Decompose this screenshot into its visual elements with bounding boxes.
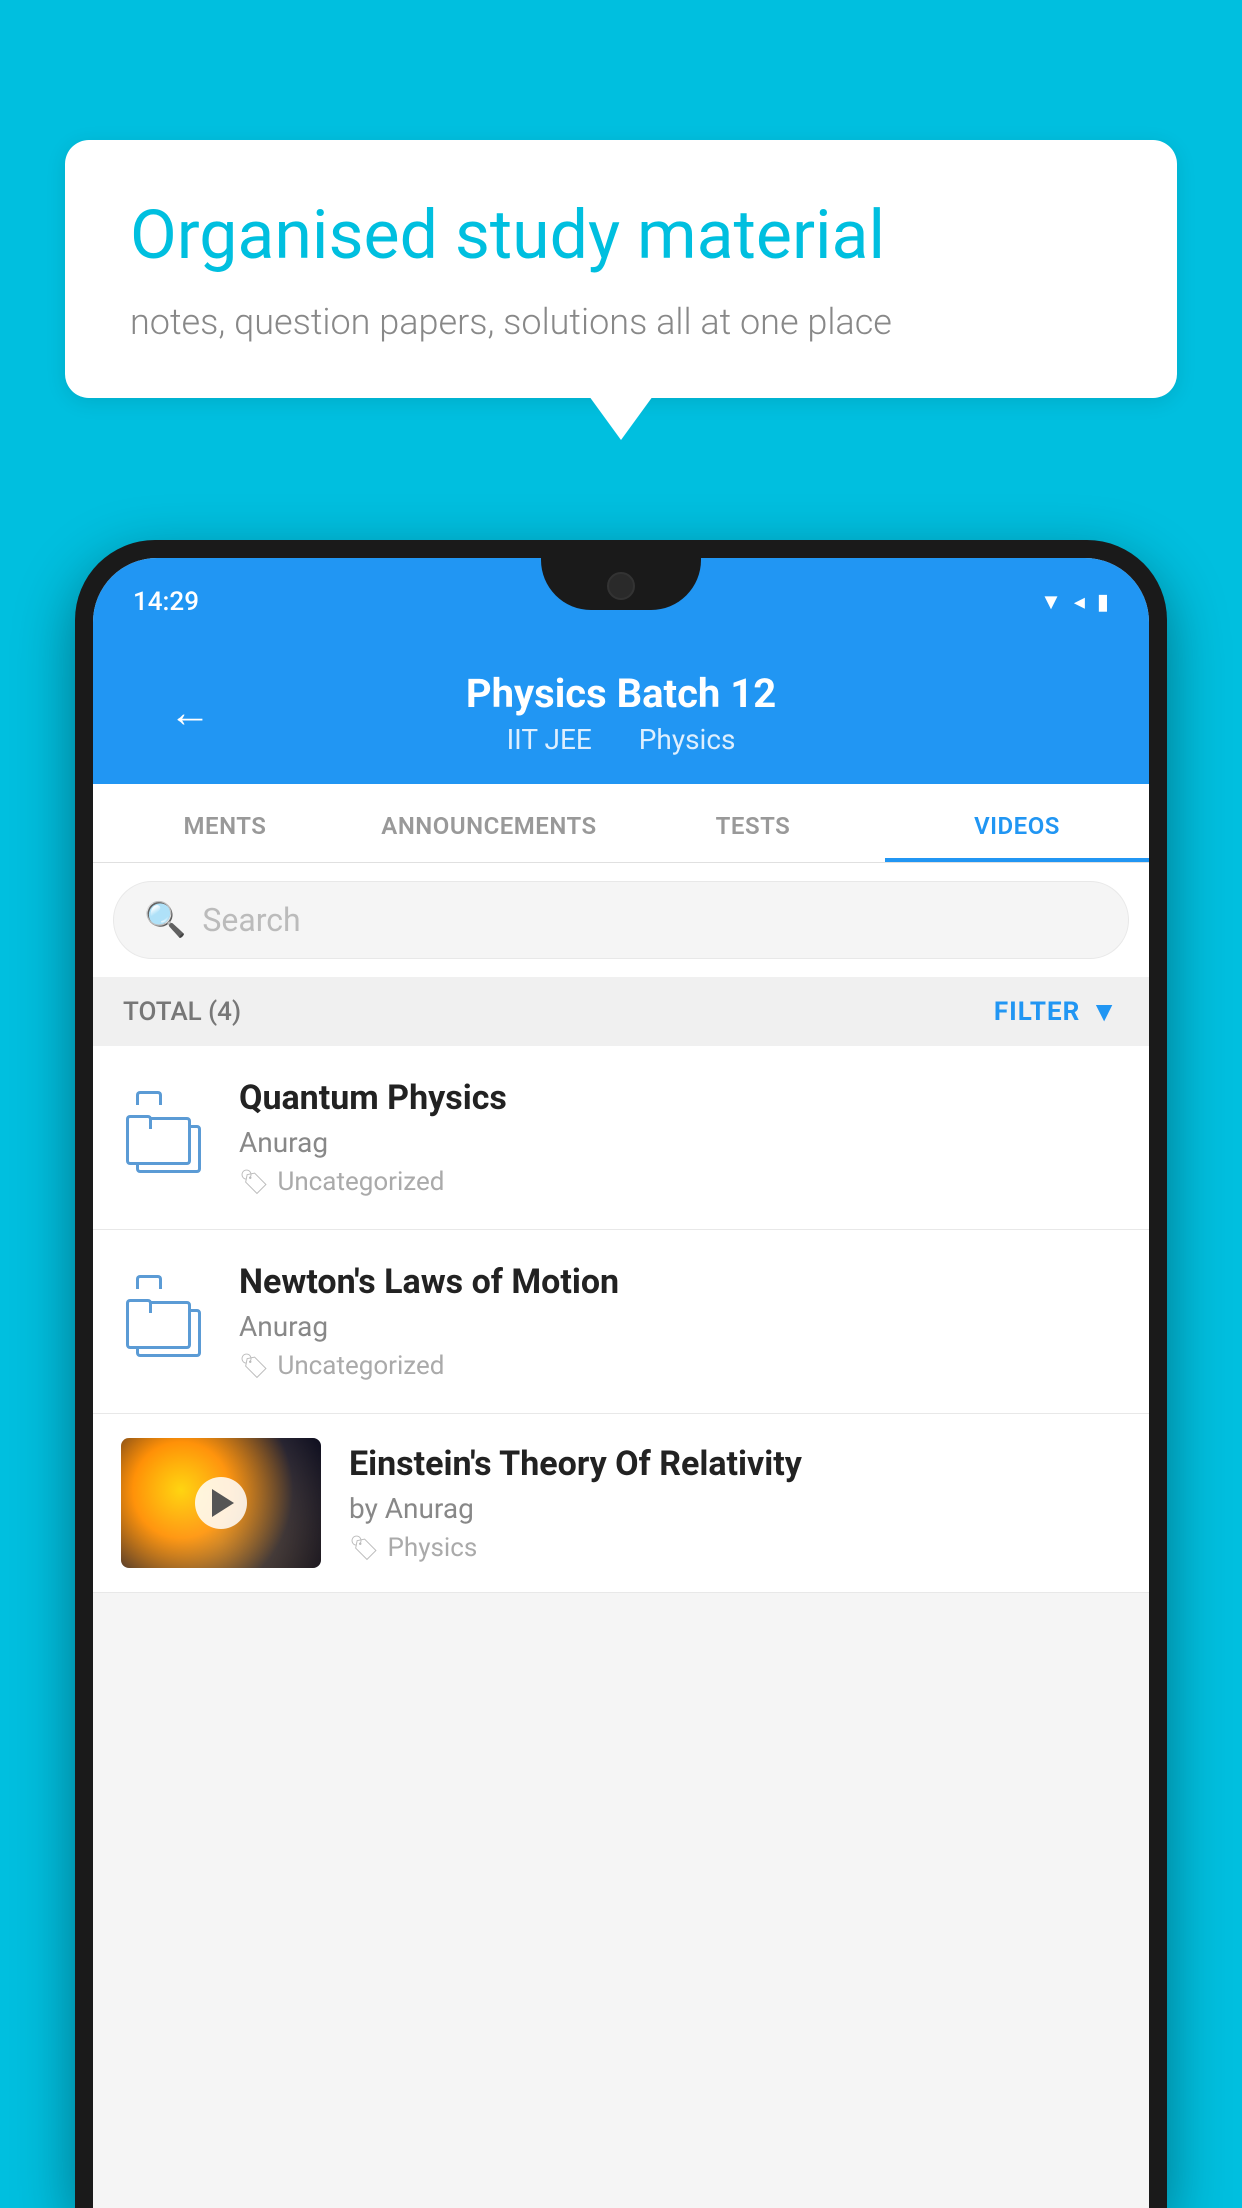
double-folder-icon-2 — [126, 1287, 206, 1357]
content-list: Quantum Physics Anurag 🏷 Uncategorized — [93, 1046, 1149, 1593]
list-item[interactable]: Newton's Laws of Motion Anurag 🏷 Uncateg… — [93, 1230, 1149, 1414]
folder-tab-front-2 — [126, 1299, 152, 1313]
folder-icon-newton — [121, 1277, 211, 1367]
search-placeholder: Search — [202, 901, 300, 939]
item-author-newton: Anurag — [239, 1310, 1121, 1343]
header-row: ← Physics Batch 12 IIT JEE Physics — [133, 670, 1109, 756]
item-tag-quantum: 🏷 Uncategorized — [239, 1167, 1121, 1197]
filter-label: FILTER — [994, 997, 1080, 1027]
filter-button[interactable]: FILTER ▼ — [994, 995, 1119, 1028]
folder-tab-back-2 — [136, 1275, 162, 1289]
status-time: 14:29 — [133, 587, 199, 617]
tab-ments[interactable]: MENTS — [93, 784, 357, 862]
item-info-quantum: Quantum Physics Anurag 🏷 Uncategorized — [239, 1078, 1121, 1197]
item-tag-text-quantum: Uncategorized — [277, 1167, 444, 1197]
search-container: 🔍 Search — [93, 863, 1149, 977]
folder-tab-front — [126, 1115, 152, 1129]
tabs-bar: MENTS ANNOUNCEMENTS TESTS VIDEOS — [93, 784, 1149, 863]
tag-icon-newton: 🏷 — [239, 1352, 269, 1380]
video-author-einstein: by Anurag — [349, 1492, 1121, 1525]
item-title-quantum: Quantum Physics — [239, 1078, 1121, 1118]
speech-bubble-subtitle: notes, question papers, solutions all at… — [130, 301, 1112, 343]
tag-icon-quantum: 🏷 — [239, 1168, 269, 1196]
double-folder-icon — [126, 1103, 206, 1173]
video-thumbnail-einstein — [121, 1438, 321, 1568]
folder-icon-quantum — [121, 1093, 211, 1183]
search-bar[interactable]: 🔍 Search — [113, 881, 1129, 959]
play-button[interactable] — [195, 1477, 247, 1529]
video-title-einstein: Einstein's Theory Of Relativity — [349, 1444, 1121, 1484]
notch-cutout — [541, 558, 701, 610]
header-subtitle-1: IIT JEE — [507, 723, 592, 756]
item-tag-newton: 🏷 Uncategorized — [239, 1351, 1121, 1381]
search-icon: 🔍 — [144, 900, 186, 940]
app-header: ← Physics Batch 12 IIT JEE Physics — [93, 646, 1149, 784]
folder-tab-back — [136, 1091, 162, 1105]
header-subtitle-2: Physics — [639, 723, 736, 756]
video-info-einstein: Einstein's Theory Of Relativity by Anura… — [349, 1444, 1121, 1563]
total-label: TOTAL (4) — [123, 997, 241, 1027]
video-tag-text-einstein: Physics — [387, 1533, 477, 1563]
video-list-item[interactable]: Einstein's Theory Of Relativity by Anura… — [93, 1414, 1149, 1593]
header-title: Physics Batch 12 — [466, 670, 776, 717]
item-tag-text-newton: Uncategorized — [277, 1351, 444, 1381]
tab-announcements[interactable]: ANNOUNCEMENTS — [357, 784, 621, 862]
filter-icon: ▼ — [1090, 995, 1119, 1028]
speech-bubble-container: Organised study material notes, question… — [65, 140, 1177, 398]
status-icons: ▼ ◂ ▮ — [1040, 589, 1109, 615]
list-item[interactable]: Quantum Physics Anurag 🏷 Uncategorized — [93, 1046, 1149, 1230]
back-button[interactable]: ← — [169, 689, 211, 738]
item-author-quantum: Anurag — [239, 1126, 1121, 1159]
header-title-block: Physics Batch 12 IIT JEE Physics — [466, 670, 776, 756]
status-bar: 14:29 ▼ ◂ ▮ — [93, 558, 1149, 646]
tag-icon-einstein: 🏷 — [349, 1534, 379, 1562]
header-subtitle: IIT JEE Physics — [466, 723, 776, 756]
signal-icon: ◂ — [1074, 590, 1085, 615]
speech-bubble: Organised study material notes, question… — [65, 140, 1177, 398]
phone-screen: 14:29 ▼ ◂ ▮ ← Physics Batch 12 IIT JEE — [93, 558, 1149, 2208]
tab-videos[interactable]: VIDEOS — [885, 784, 1149, 862]
video-tag-einstein: 🏷 Physics — [349, 1533, 1121, 1563]
filter-bar: TOTAL (4) FILTER ▼ — [93, 977, 1149, 1046]
front-camera — [607, 572, 635, 600]
play-icon — [212, 1489, 234, 1517]
speech-bubble-title: Organised study material — [130, 195, 1112, 277]
wifi-icon: ▼ — [1040, 589, 1062, 615]
phone-frame: 14:29 ▼ ◂ ▮ ← Physics Batch 12 IIT JEE — [75, 540, 1167, 2208]
item-title-newton: Newton's Laws of Motion — [239, 1262, 1121, 1302]
tab-tests[interactable]: TESTS — [621, 784, 885, 862]
battery-icon: ▮ — [1097, 590, 1109, 615]
item-info-newton: Newton's Laws of Motion Anurag 🏷 Uncateg… — [239, 1262, 1121, 1381]
